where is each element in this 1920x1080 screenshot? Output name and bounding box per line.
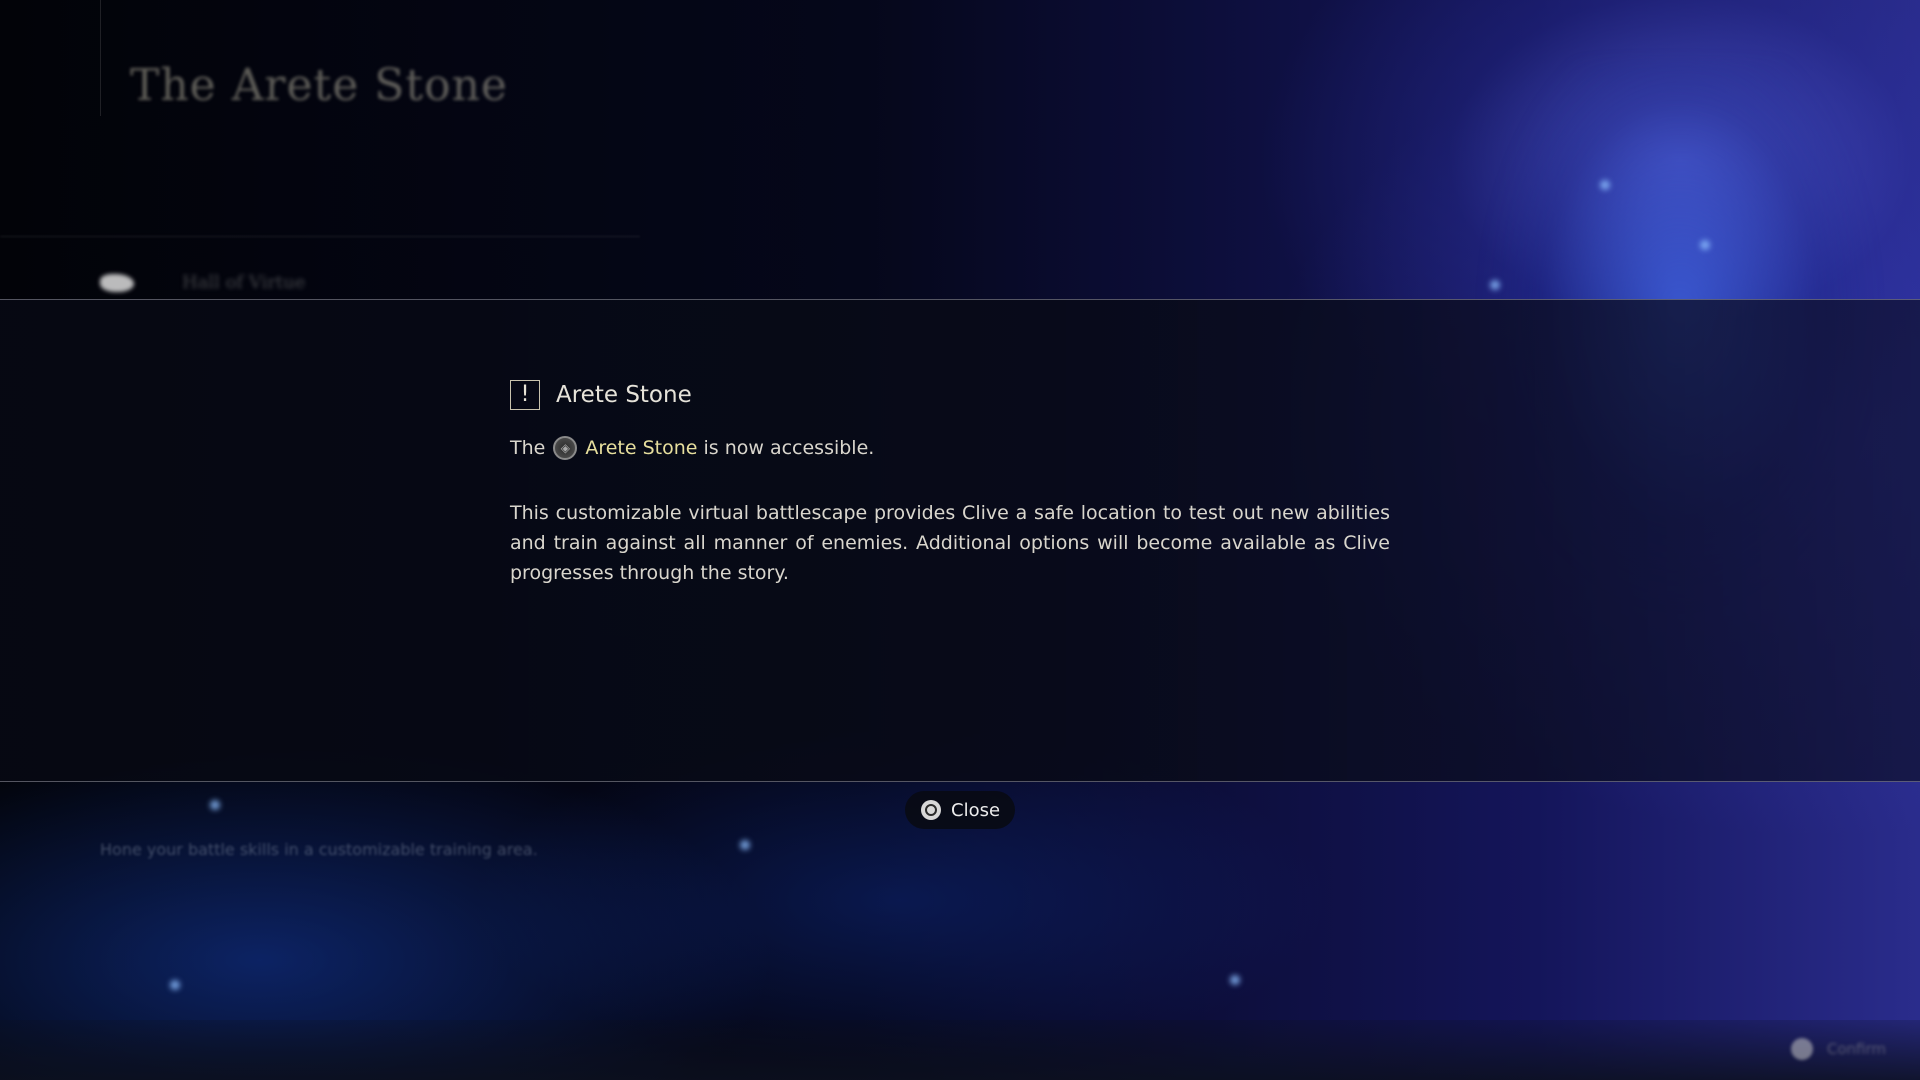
line-suffix: is now accessible. <box>703 437 875 459</box>
sparkle <box>740 840 750 850</box>
dialog-content: ! Arete Stone The ◈ Arete Stone is now a… <box>510 378 1390 588</box>
dialog-heading: ! Arete Stone <box>510 378 1390 412</box>
header-rule <box>100 0 101 116</box>
accessible-line: The ◈ Arete Stone is now accessible. <box>510 436 1390 460</box>
footer-band <box>0 1020 1920 1080</box>
confirm-label: Confirm <box>1826 1040 1886 1058</box>
nav-item: Hall of Virtue <box>100 272 305 293</box>
sparkle <box>1600 180 1610 190</box>
header-divider <box>0 236 640 237</box>
dialog-description: This customizable virtual battlescape pr… <box>510 502 1390 584</box>
cross-button-icon <box>1790 1038 1813 1060</box>
sparkle <box>210 800 220 810</box>
line-prefix: The <box>510 437 546 459</box>
hand-pointer-icon <box>100 273 134 292</box>
confirm-prompt: Confirm <box>1790 1038 1886 1060</box>
close-button[interactable]: Close <box>905 791 1015 829</box>
arete-stone-icon: ◈ <box>553 436 578 460</box>
hint-text: Hone your battle skills in a customizabl… <box>100 840 538 859</box>
circle-button-icon <box>921 800 941 820</box>
page-title: The Arete Stone <box>130 60 508 111</box>
sparkle <box>1490 280 1500 290</box>
close-label: Close <box>951 799 1001 821</box>
tutorial-dialog: ! Arete Stone The ◈ Arete Stone is now a… <box>0 299 1920 782</box>
nav-item-label: Hall of Virtue <box>182 272 306 293</box>
highlight-name: Arete Stone <box>585 437 698 459</box>
sparkle <box>1230 975 1240 985</box>
sparkle <box>1700 240 1710 250</box>
dialog-title: Arete Stone <box>556 382 692 408</box>
sparkle <box>170 980 180 990</box>
exclamation-box-icon: ! <box>510 380 540 410</box>
